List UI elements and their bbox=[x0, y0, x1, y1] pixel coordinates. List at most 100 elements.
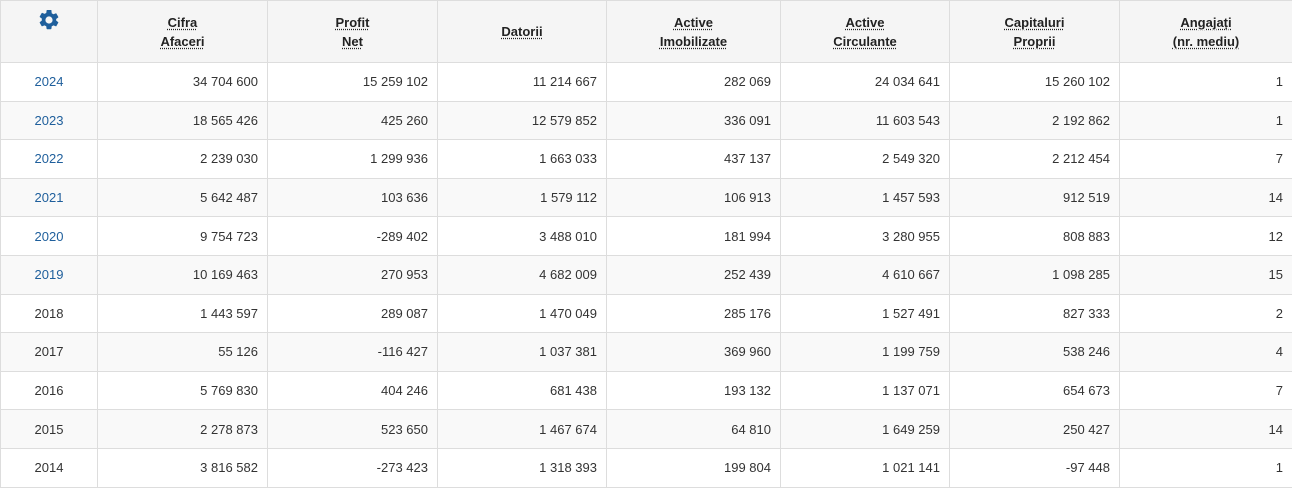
year-cell: 2015 bbox=[1, 410, 98, 449]
column-header-line: Net bbox=[336, 32, 370, 51]
column-header-angajati: Angajați(nr. mediu) bbox=[1120, 1, 1292, 63]
value-cell-capitaluri-proprii: 912 519 bbox=[950, 178, 1120, 217]
value-cell-datorii: 11 214 667 bbox=[438, 63, 607, 102]
value-cell-profit-net: 270 953 bbox=[268, 255, 438, 294]
value-cell-angajati: 2 bbox=[1120, 294, 1292, 333]
value-cell-angajati: 7 bbox=[1120, 371, 1292, 410]
year-link[interactable]: 2020 bbox=[35, 229, 64, 244]
year-link[interactable]: 2021 bbox=[35, 190, 64, 205]
value-cell-capitaluri-proprii: 538 246 bbox=[950, 333, 1120, 372]
value-cell-capitaluri-proprii: 1 098 285 bbox=[950, 255, 1120, 294]
value-cell-datorii: 12 579 852 bbox=[438, 101, 607, 140]
value-cell-active-circulante: 1 137 071 bbox=[781, 371, 950, 410]
column-header-line: (nr. mediu) bbox=[1173, 32, 1239, 51]
value-cell-datorii: 1 579 112 bbox=[438, 178, 607, 217]
value-cell-capitaluri-proprii: 827 333 bbox=[950, 294, 1120, 333]
value-cell-capitaluri-proprii: 808 883 bbox=[950, 217, 1120, 256]
value-cell-angajati: 14 bbox=[1120, 178, 1292, 217]
year-label: 2014 bbox=[35, 460, 64, 475]
value-cell-active-circulante: 1 457 593 bbox=[781, 178, 950, 217]
value-cell-angajati: 1 bbox=[1120, 101, 1292, 140]
header-row: CifraAfaceri ProfitNet Datorii ActiveImobil… bbox=[1, 1, 1292, 63]
table-row: 201910 169 463270 9534 682 009252 4394 6… bbox=[1, 255, 1292, 294]
year-cell[interactable]: 2020 bbox=[1, 217, 98, 256]
value-cell-capitaluri-proprii: -97 448 bbox=[950, 448, 1120, 487]
column-header-capitaluri-proprii: CapitaluriProprii bbox=[950, 1, 1120, 63]
value-cell-active-circulante: 1 649 259 bbox=[781, 410, 950, 449]
value-cell-profit-net: 425 260 bbox=[268, 101, 438, 140]
value-cell-active-circulante: 1 021 141 bbox=[781, 448, 950, 487]
value-cell-active-imobilizate: 193 132 bbox=[607, 371, 781, 410]
value-cell-active-imobilizate: 285 176 bbox=[607, 294, 781, 333]
table-row: 2024 34 704 60015 259 10211 214 667282 06… bbox=[1, 63, 1292, 102]
year-link[interactable]: 2023 bbox=[35, 113, 64, 128]
year-cell[interactable]: 2022 bbox=[1, 140, 98, 179]
value-cell-datorii: 1 037 381 bbox=[438, 333, 607, 372]
column-header-line: Profit bbox=[336, 13, 370, 32]
table-header: CifraAfaceri ProfitNet Datorii ActiveImobil… bbox=[1, 1, 1292, 63]
column-header-label: ProfitNet bbox=[336, 13, 370, 51]
value-cell-active-imobilizate: 106 913 bbox=[607, 178, 781, 217]
value-cell-active-imobilizate: 437 137 bbox=[607, 140, 781, 179]
value-cell-cifra-afaceri: 2 239 030 bbox=[98, 140, 268, 179]
year-label: 2015 bbox=[35, 422, 64, 437]
value-cell-profit-net: 15 259 102 bbox=[268, 63, 438, 102]
value-cell-capitaluri-proprii: 250 427 bbox=[950, 410, 1120, 449]
column-header-cifra-afaceri: CifraAfaceri bbox=[98, 1, 268, 63]
value-cell-active-circulante: 2 549 320 bbox=[781, 140, 950, 179]
year-label: 2017 bbox=[35, 344, 64, 359]
value-cell-profit-net: 103 636 bbox=[268, 178, 438, 217]
value-cell-active-imobilizate: 282 069 bbox=[607, 63, 781, 102]
year-cell[interactable]: 2024 bbox=[1, 63, 98, 102]
value-cell-profit-net: 1 299 936 bbox=[268, 140, 438, 179]
settings-header-cell[interactable] bbox=[1, 1, 98, 63]
year-link[interactable]: 2022 bbox=[35, 151, 64, 166]
column-header-line: Afaceri bbox=[160, 32, 204, 51]
value-cell-active-imobilizate: 64 810 bbox=[607, 410, 781, 449]
value-cell-active-imobilizate: 369 960 bbox=[607, 333, 781, 372]
value-cell-angajati: 12 bbox=[1120, 217, 1292, 256]
column-header-line: Circulante bbox=[833, 32, 897, 51]
value-cell-datorii: 4 682 009 bbox=[438, 255, 607, 294]
value-cell-active-circulante: 4 610 667 bbox=[781, 255, 950, 294]
value-cell-cifra-afaceri: 2 278 873 bbox=[98, 410, 268, 449]
gear-icon[interactable] bbox=[37, 8, 61, 32]
column-header-label: ActiveImobilizate bbox=[660, 13, 727, 51]
value-cell-angajati: 1 bbox=[1120, 63, 1292, 102]
value-cell-capitaluri-proprii: 2 212 454 bbox=[950, 140, 1120, 179]
value-cell-profit-net: 523 650 bbox=[268, 410, 438, 449]
year-cell[interactable]: 2019 bbox=[1, 255, 98, 294]
year-cell: 2016 bbox=[1, 371, 98, 410]
value-cell-active-circulante: 1 527 491 bbox=[781, 294, 950, 333]
value-cell-profit-net: -273 423 bbox=[268, 448, 438, 487]
table-body: 2024 34 704 60015 259 10211 214 667282 06… bbox=[1, 63, 1292, 488]
value-cell-angajati: 1 bbox=[1120, 448, 1292, 487]
column-header-active-circulante: ActiveCirculante bbox=[781, 1, 950, 63]
value-cell-active-imobilizate: 199 804 bbox=[607, 448, 781, 487]
year-cell[interactable]: 2023 bbox=[1, 101, 98, 140]
value-cell-active-imobilizate: 181 994 bbox=[607, 217, 781, 256]
table-row: 20181 443 597289 0871 470 049285 1761 52… bbox=[1, 294, 1292, 333]
column-header-active-imobilizate: ActiveImobilizate bbox=[607, 1, 781, 63]
column-header-line: Angajați bbox=[1173, 13, 1239, 32]
value-cell-active-circulante: 11 603 543 bbox=[781, 101, 950, 140]
column-header-line: Cifra bbox=[160, 13, 204, 32]
value-cell-datorii: 1 470 049 bbox=[438, 294, 607, 333]
column-header-datorii: Datorii bbox=[438, 1, 607, 63]
value-cell-cifra-afaceri: 18 565 426 bbox=[98, 101, 268, 140]
column-header-label: ActiveCirculante bbox=[833, 13, 897, 51]
table-row: 20143 816 582-273 4231 318 393199 8041 0… bbox=[1, 448, 1292, 487]
year-link[interactable]: 2024 bbox=[35, 74, 64, 89]
year-link[interactable]: 2019 bbox=[35, 267, 64, 282]
value-cell-profit-net: -289 402 bbox=[268, 217, 438, 256]
column-header-label: Datorii bbox=[501, 22, 542, 41]
value-cell-cifra-afaceri: 55 126 bbox=[98, 333, 268, 372]
value-cell-cifra-afaceri: 34 704 600 bbox=[98, 63, 268, 102]
year-cell[interactable]: 2021 bbox=[1, 178, 98, 217]
value-cell-profit-net: 289 087 bbox=[268, 294, 438, 333]
table-row: 202318 565 426425 26012 579 852336 09111… bbox=[1, 101, 1292, 140]
value-cell-datorii: 1 318 393 bbox=[438, 448, 607, 487]
value-cell-angajati: 7 bbox=[1120, 140, 1292, 179]
year-cell: 2018 bbox=[1, 294, 98, 333]
value-cell-active-imobilizate: 336 091 bbox=[607, 101, 781, 140]
